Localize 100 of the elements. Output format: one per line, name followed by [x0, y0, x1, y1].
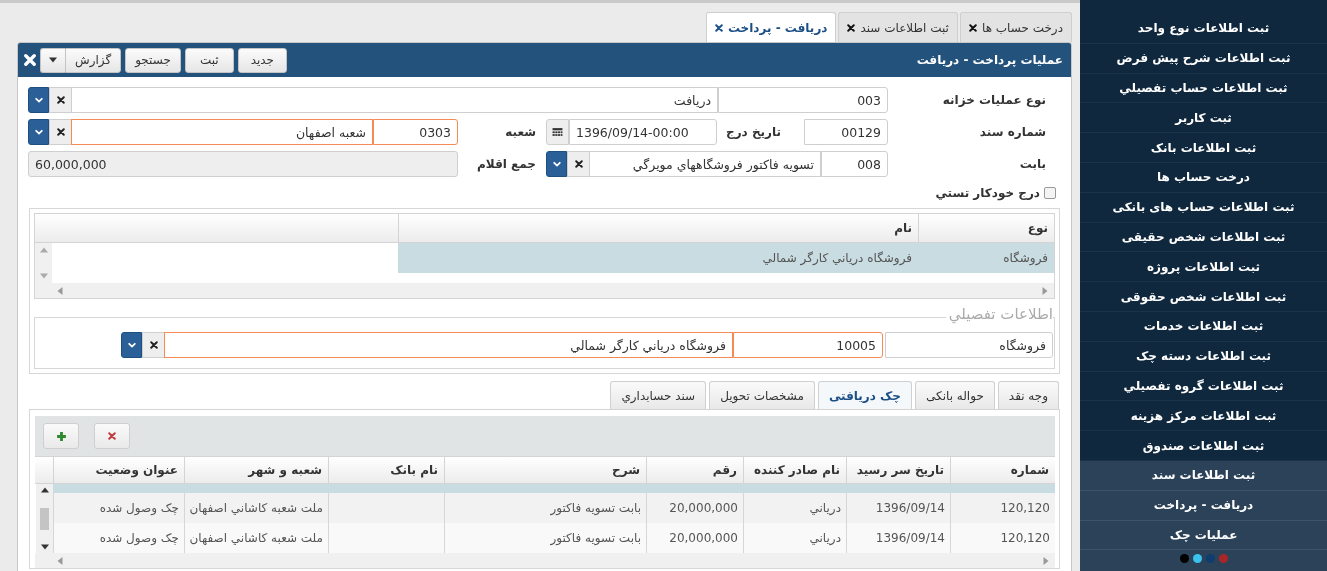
menu-item[interactable]: ثبت اطلاعات صندوق: [1080, 431, 1327, 461]
dropdown-button[interactable]: [546, 151, 567, 177]
close-icon: [56, 128, 65, 136]
dropdown-button[interactable]: [121, 332, 142, 358]
menu-item[interactable]: ثبت اطلاعات حساب تفصيلي: [1080, 73, 1327, 104]
column-header: شرح: [444, 457, 646, 483]
close-icon: [847, 23, 856, 32]
menu-item[interactable]: ثبت اطلاعات مرکز هزينه: [1080, 401, 1327, 432]
arrow-left-icon: [57, 286, 63, 295]
column-header: شماره: [950, 457, 1055, 483]
dropdown-button[interactable]: [28, 87, 49, 113]
dropdown-button[interactable]: [40, 47, 65, 73]
tab[interactable]: دريافت - پرداخت: [705, 12, 837, 42]
code-field[interactable]: 003: [718, 87, 888, 113]
scrollbar[interactable]: [35, 243, 52, 283]
plus-icon: [55, 430, 67, 442]
arrow-left-icon: [57, 556, 63, 565]
menu-item[interactable]: ثبت اطلاعات بانک: [1080, 133, 1327, 163]
arrow-up-icon: [40, 487, 49, 493]
clear-button[interactable]: [142, 332, 164, 358]
tab[interactable]: چک دريافتی: [817, 381, 912, 409]
code-field[interactable]: 0303: [373, 119, 458, 145]
checkbox-label: درج خودکار تستي: [935, 185, 1040, 202]
table-cell-text: فروشگاه درياني کارگر شمالي: [761, 250, 913, 268]
column-header: عنوان وضعيت: [53, 457, 184, 483]
add-button[interactable]: [43, 423, 79, 449]
code-field[interactable]: 10005: [733, 332, 883, 358]
toolbar-button[interactable]: جستجو: [125, 47, 181, 73]
scrollbar[interactable]: [36, 484, 53, 553]
close-icon: [108, 432, 116, 440]
chevron-down-icon: [127, 341, 136, 349]
dropdown-button[interactable]: [28, 119, 49, 145]
tab[interactable]: حواله بانکی: [915, 381, 995, 409]
calendar-button[interactable]: [546, 119, 569, 145]
code-field[interactable]: 008: [821, 151, 888, 177]
chevron-down-icon: [34, 128, 43, 136]
checkbox[interactable]: [1044, 187, 1056, 199]
field-label: جمع اقلام: [476, 156, 537, 174]
menu-item[interactable]: ثبت اطلاعات حساب های بانکی: [1080, 192, 1327, 223]
theme-dot[interactable]: [1218, 554, 1228, 564]
menu-item[interactable]: ثبت اطلاعات شرح پيش فرض: [1080, 43, 1327, 74]
column-header: نام: [398, 214, 918, 242]
column-header: نوع: [918, 214, 1054, 242]
arrow-down-icon: [40, 544, 49, 550]
menu-item[interactable]: ثبت اطلاعات شخص حقوقی: [1080, 282, 1327, 312]
toolbar-button[interactable]: جديد: [237, 47, 287, 73]
menu-item[interactable]: ثبت اطلاعات خدمات: [1080, 311, 1327, 342]
menu-item[interactable]: ثبت اطلاعات سند: [1080, 460, 1327, 491]
scrollbar[interactable]: [35, 553, 1055, 568]
menu-item[interactable]: ثبت اطلاعات دسته چک: [1080, 341, 1327, 372]
theme-dot[interactable]: [1179, 554, 1189, 564]
menu-item[interactable]: درخت حساب ها: [1080, 163, 1327, 193]
menu-item[interactable]: عمليات چک: [1080, 520, 1327, 551]
theme-dot[interactable]: [1192, 554, 1202, 564]
name-field[interactable]: تسويه فاکتور فروشگاههاي مويرگي: [589, 151, 821, 177]
scroll-thumb[interactable]: [40, 507, 49, 530]
name-field[interactable]: دريافت: [71, 87, 718, 113]
column-header: شعبه و شهر: [184, 457, 328, 483]
clear-button[interactable]: [567, 151, 589, 177]
column-header: تاريخ سر رسيد: [846, 457, 950, 483]
panel-title: عمليات پرداخت - دريافت: [916, 52, 1063, 69]
close-icon: [56, 96, 65, 104]
toolbar-button[interactable]: ثبت: [184, 47, 234, 73]
column-header: نام بانک: [328, 457, 444, 483]
name-field[interactable]: شعبه اصفهان: [71, 119, 373, 145]
date-field[interactable]: 1396/09/14-00:00: [569, 119, 717, 145]
arrow-right-icon: [1043, 556, 1049, 565]
text-field[interactable]: فروشگاه: [885, 332, 1053, 358]
table-row[interactable]: فروشگاه فروشگاه درياني کارگر شمالي: [398, 243, 1054, 273]
arrow-up-icon: [39, 247, 48, 253]
field-label: تاريخ درج: [725, 124, 782, 141]
report-button[interactable]: گزارش: [65, 47, 122, 73]
menu-item[interactable]: دريافت - پرداخت: [1080, 490, 1327, 521]
menu-item[interactable]: ثبت اطلاعات نوع واحد: [1080, 14, 1327, 44]
name-field[interactable]: فروشگاه درياني کارگر شمالي: [164, 332, 733, 358]
clear-button[interactable]: [49, 87, 71, 113]
total-field[interactable]: 60,000,000: [28, 151, 458, 177]
tab[interactable]: ثبت اطلاعات سند: [838, 12, 958, 42]
menu-item[interactable]: ثبت کاربر: [1080, 103, 1327, 134]
close-icon: [149, 341, 158, 349]
arrow-right-icon: [1042, 286, 1048, 295]
tab[interactable]: مشخصات تحويل: [709, 381, 815, 409]
theme-dot[interactable]: [1205, 554, 1215, 564]
table-cell-text: فروشگاه: [1002, 250, 1049, 267]
tab[interactable]: درخت حساب ها: [959, 12, 1072, 42]
column-header: نام صادر کننده: [743, 457, 846, 483]
menu-item[interactable]: ثبت اطلاعات گروه تفصيلي: [1080, 371, 1327, 402]
close-icon: [968, 23, 977, 32]
scrollbar[interactable]: [35, 283, 1054, 298]
menu-item[interactable]: ثبت اطلاعات پروژه: [1080, 252, 1327, 283]
text-field[interactable]: 00129: [804, 119, 888, 145]
clear-button[interactable]: [49, 119, 71, 145]
close-icon[interactable]: [24, 54, 36, 66]
tab[interactable]: وجه نقد: [997, 381, 1059, 409]
menu-item[interactable]: ثبت اطلاعات شخص حقيقی: [1080, 222, 1327, 253]
chevron-down-icon: [34, 96, 43, 104]
column-header: رقم: [646, 457, 743, 483]
tab[interactable]: سند حسابداري: [610, 381, 707, 409]
field-label: بابت: [1018, 156, 1047, 173]
delete-button[interactable]: [94, 423, 130, 449]
